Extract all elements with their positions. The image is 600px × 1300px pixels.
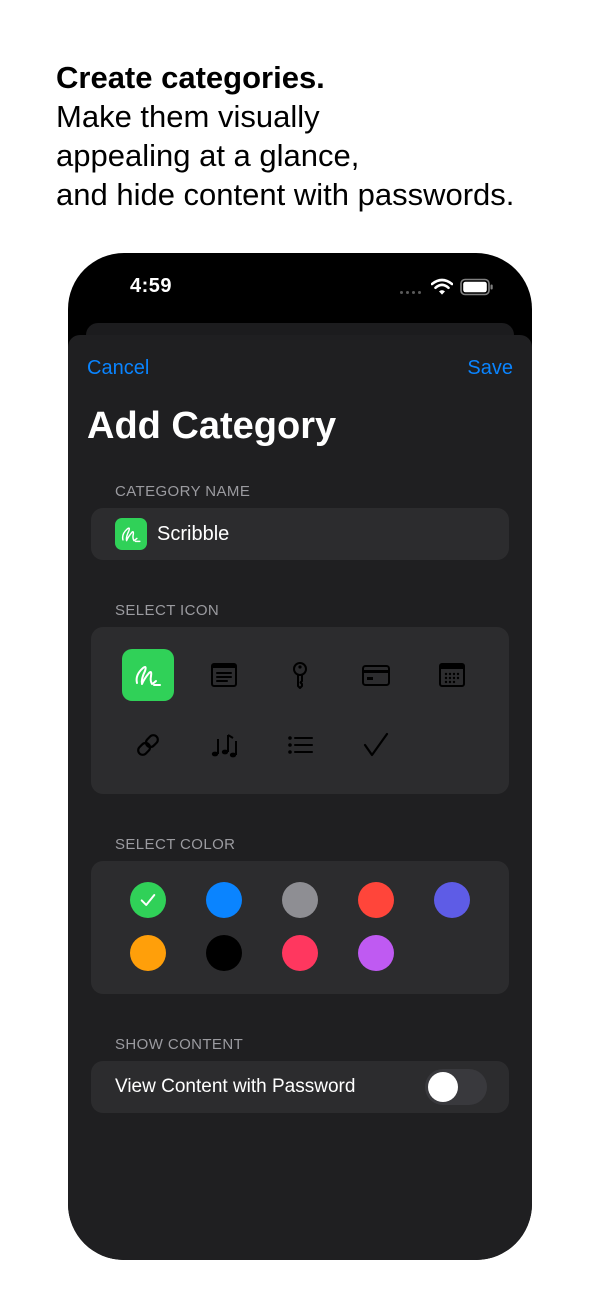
- marketing-headline: Create categories. Make them visually ap…: [56, 58, 576, 214]
- music-icon: [211, 734, 237, 758]
- category-name-input[interactable]: [157, 519, 477, 549]
- status-bar: 4:59: [68, 253, 532, 323]
- phone-frame: 4:59 Cancel Save Add Category CATEGORY N…: [68, 253, 532, 1260]
- color-option-orange[interactable]: [130, 935, 166, 971]
- color-option-blue[interactable]: [206, 882, 242, 918]
- icon-picker-card: [91, 627, 509, 794]
- scribble-icon: [121, 527, 141, 543]
- wifi-icon: [431, 278, 453, 295]
- color-option-green[interactable]: [130, 882, 166, 918]
- checkmark-icon: [140, 894, 156, 906]
- color-option-indigo[interactable]: [434, 882, 470, 918]
- password-toggle-label: View Content with Password: [115, 1076, 356, 1097]
- icon-option-key[interactable]: [274, 649, 326, 701]
- icon-option-list[interactable]: [274, 719, 326, 771]
- note-icon: [211, 663, 237, 687]
- show-content-card: View Content with Password: [91, 1061, 509, 1113]
- color-picker-card: [91, 861, 509, 994]
- icon-option-checkmark[interactable]: [350, 719, 402, 771]
- icon-option-music[interactable]: [198, 719, 250, 771]
- checkmark-icon: [363, 732, 389, 757]
- save-button[interactable]: Save: [467, 357, 513, 380]
- add-category-sheet: Cancel Save Add Category CATEGORY NAME S…: [68, 335, 532, 1260]
- color-option-pink[interactable]: [282, 935, 318, 971]
- headline-bold: Create categories.: [56, 60, 325, 95]
- icon-option-note[interactable]: [198, 649, 250, 701]
- cancel-button[interactable]: Cancel: [87, 357, 149, 380]
- category-name-card: [91, 508, 509, 560]
- status-time: 4:59: [130, 275, 173, 297]
- card-icon: [362, 665, 390, 686]
- color-option-purple[interactable]: [358, 935, 394, 971]
- headline-line-3: and hide content with passwords.: [56, 177, 515, 212]
- select-icon-header: SELECT ICON: [115, 602, 220, 619]
- headline-line-2: appealing at a glance,: [56, 138, 360, 173]
- icon-option-card[interactable]: [350, 649, 402, 701]
- headline-line-1: Make them visually: [56, 99, 320, 134]
- link-icon: [137, 734, 159, 756]
- page-title: Add Category: [87, 405, 337, 447]
- icon-option-calendar[interactable]: [426, 649, 478, 701]
- category-name-header: CATEGORY NAME: [115, 483, 251, 500]
- password-toggle[interactable]: [425, 1069, 487, 1105]
- color-option-gray[interactable]: [282, 882, 318, 918]
- key-icon: [293, 662, 307, 689]
- icon-option-link[interactable]: [122, 719, 174, 771]
- calendar-icon: [439, 663, 465, 687]
- category-badge: [115, 518, 147, 550]
- icon-option-scribble[interactable]: [122, 649, 174, 701]
- list-icon: [288, 736, 313, 754]
- select-color-header: SELECT COLOR: [115, 836, 236, 853]
- show-content-header: SHOW CONTENT: [115, 1036, 244, 1053]
- color-option-red[interactable]: [358, 882, 394, 918]
- toggle-knob: [428, 1072, 458, 1102]
- color-option-black[interactable]: [206, 935, 242, 971]
- cellular-signal-icon: [400, 291, 421, 294]
- battery-icon: [460, 278, 493, 296]
- scribble-icon: [135, 666, 161, 686]
